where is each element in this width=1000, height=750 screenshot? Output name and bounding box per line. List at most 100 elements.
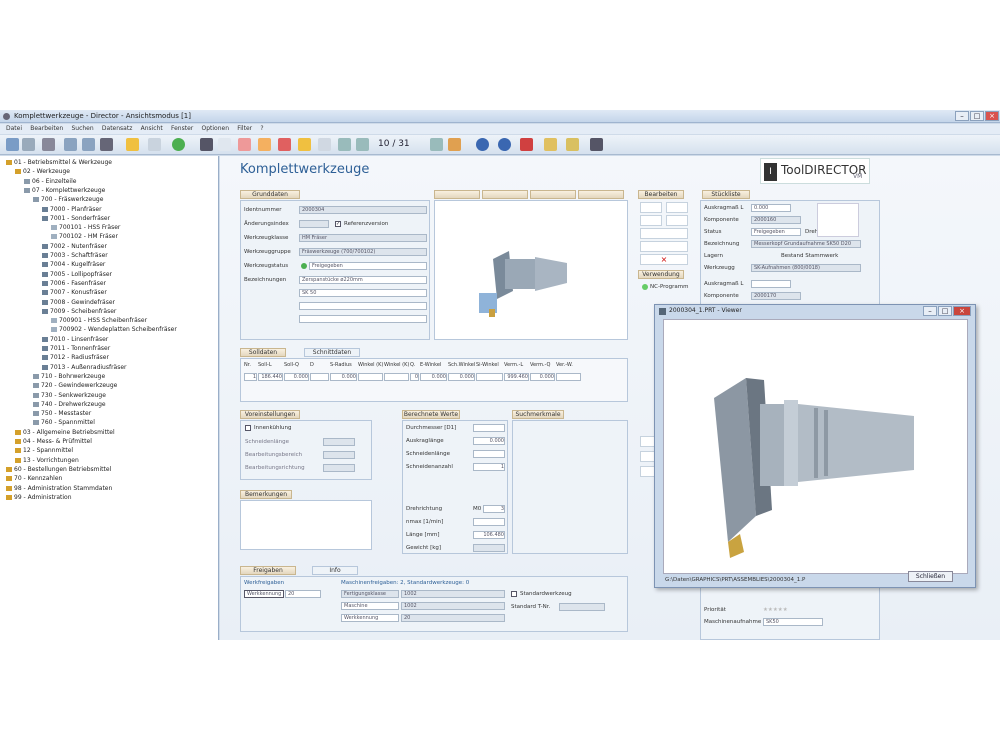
laenge-field[interactable]: 106.480 <box>473 531 505 539</box>
tree-node[interactable]: 740 - Drehwerkzeuge <box>33 401 106 409</box>
werkzeugg-field[interactable]: SK-Aufnahmen (800/0018) <box>751 264 861 272</box>
auskragmass-field[interactable]: 0.000 <box>751 204 791 212</box>
tree-node[interactable]: 98 - Administration Stammdaten <box>6 485 112 493</box>
auskragmass-2-field[interactable] <box>751 280 791 288</box>
close-button[interactable]: × <box>985 111 999 121</box>
refresh-icon[interactable] <box>172 138 185 151</box>
tree-node[interactable]: 04 - Mess- & Prüfmittel <box>15 438 92 446</box>
tab-suchmerkmale[interactable]: Suchmerkmale <box>512 410 564 419</box>
cancel-icon[interactable]: × <box>640 254 688 265</box>
soll-cell[interactable]: 999.460 <box>504 373 529 381</box>
tree-node[interactable]: 760 - Spannmittel <box>33 419 95 427</box>
tree-node[interactable]: 06 - Einzelteile <box>24 178 76 186</box>
tab-voreinstellungen[interactable]: Voreinstellungen <box>240 410 300 419</box>
komponente-2-field[interactable]: 2000170 <box>751 292 801 300</box>
tree-node[interactable]: 7010 - Linsenfräser <box>42 336 108 344</box>
edit-action-1[interactable] <box>640 202 662 213</box>
bezeichnung-field-2[interactable]: SK 50 <box>299 289 427 297</box>
werkzeuggruppe-field[interactable]: Fräswerkzeuge (700/700102) <box>299 248 427 256</box>
pin-icon[interactable] <box>100 138 113 151</box>
prioritaet-stars[interactable]: ★★★★★ <box>763 607 788 613</box>
forward-icon[interactable] <box>22 138 35 151</box>
tree-node[interactable]: 7004 - Kugelfräser <box>42 261 105 269</box>
schneidenlaenge-calc-field[interactable] <box>473 450 505 458</box>
tab-preview-1[interactable] <box>434 190 480 199</box>
identnummer-field[interactable]: 2000304 <box>299 206 427 214</box>
soll-cell[interactable] <box>384 373 409 381</box>
standard-tnr-field[interactable] <box>559 603 605 611</box>
tree-node[interactable]: 60 - Bestellungen Betriebsmittel <box>6 466 111 474</box>
copy-icon[interactable] <box>278 138 291 151</box>
exit-icon[interactable] <box>520 138 533 151</box>
edit-icon[interactable] <box>258 138 271 151</box>
table-icon[interactable] <box>126 138 139 151</box>
list-icon[interactable] <box>148 138 161 151</box>
menu-datensatz[interactable]: Datensatz <box>102 124 132 134</box>
soll-cell[interactable]: 0.000 <box>448 373 475 381</box>
tab-freigaben[interactable]: Freigaben <box>240 566 296 575</box>
info-icon[interactable] <box>476 138 489 151</box>
edit-action-3[interactable] <box>640 215 662 226</box>
menu-bearbeiten[interactable]: Bearbeiten <box>30 124 63 134</box>
tree-node[interactable]: 7005 - Lollipopfräser <box>42 271 112 279</box>
settings-icon[interactable] <box>590 138 603 151</box>
soll-cell[interactable] <box>310 373 329 381</box>
nc-programm-link[interactable]: NC-Programm <box>650 284 689 290</box>
durchmesser-field[interactable] <box>473 424 505 432</box>
back-icon[interactable] <box>6 138 19 151</box>
soll-cell[interactable]: 0.000 <box>284 373 309 381</box>
innenkuehlung-checkbox[interactable] <box>245 425 251 431</box>
tree-node[interactable]: 720 - Gewindewerkzeuge <box>33 382 117 390</box>
standardwerkzeug-checkbox[interactable] <box>511 591 517 597</box>
search-next-icon[interactable] <box>82 138 95 151</box>
tree-node[interactable]: 01 - Betriebsmittel & Werkzeuge <box>6 159 112 167</box>
soll-cell[interactable]: 0.000 <box>330 373 357 381</box>
bezeichnung-field-4[interactable] <box>299 315 427 323</box>
viewer-canvas[interactable] <box>663 319 968 574</box>
print-icon[interactable] <box>318 138 331 151</box>
tree-node[interactable]: 7006 - Fasenfräser <box>42 280 106 288</box>
werkkennung-column[interactable]: Werkkennung <box>244 590 284 598</box>
tree-node[interactable]: 03 - Allgemeine Betriebsmittel <box>15 429 115 437</box>
tab-berechnete-werte[interactable]: Berechnete Werte <box>402 410 460 419</box>
menu-datei[interactable]: Datei <box>6 124 22 134</box>
help-icon[interactable] <box>498 138 511 151</box>
tree-node[interactable]: 70 - Kennzahlen <box>6 475 62 483</box>
edit-action-6[interactable] <box>640 241 688 252</box>
tool-icon[interactable] <box>42 138 55 151</box>
tab-info[interactable]: Info <box>312 566 358 575</box>
tree-node[interactable]: 700901 - HSS Scheibenfräser <box>51 317 147 325</box>
tab-verwendung[interactable]: Verwendung <box>638 270 684 279</box>
minimize-button[interactable]: – <box>955 111 969 121</box>
maximize-button[interactable]: □ <box>970 111 984 121</box>
tree-node[interactable]: 7012 - Radiusfräser <box>42 354 109 362</box>
viewer-close-x[interactable]: × <box>953 306 971 316</box>
tree-node[interactable]: 7002 - Nutenfräser <box>42 243 107 251</box>
soll-cell[interactable]: 0.000 <box>530 373 555 381</box>
maschine-field[interactable]: 1002 <box>401 602 505 610</box>
tab-stueckliste[interactable]: Stückliste <box>702 190 750 199</box>
menu-ansicht[interactable]: Ansicht <box>141 124 163 134</box>
soll-cell[interactable]: 1 <box>244 373 257 381</box>
folder-icon[interactable] <box>298 138 311 151</box>
status-field[interactable]: Freigegeben <box>751 228 801 236</box>
werkkennung-value[interactable]: 20 <box>285 590 321 598</box>
tree-node[interactable]: 7003 - Schaftfräser <box>42 252 108 260</box>
tree-node[interactable]: 7007 - Konusfräser <box>42 289 107 297</box>
delete-record-icon[interactable] <box>238 138 251 151</box>
tab-preview-4[interactable] <box>578 190 624 199</box>
fertigungsklasse-field[interactable]: 1002 <box>401 590 505 598</box>
tab-grunddaten[interactable]: Grunddaten <box>240 190 300 199</box>
tree-node[interactable]: 7000 - Planfräser <box>42 206 102 214</box>
schneidenlaenge-field[interactable] <box>323 438 355 446</box>
tab-solldaten[interactable]: Solldaten <box>240 348 286 357</box>
tree-node[interactable]: 700102 - HM Fräser <box>51 233 118 241</box>
menu-suchen[interactable]: Suchen <box>71 124 93 134</box>
prev-record-icon[interactable] <box>356 138 369 151</box>
tab-schnittdaten[interactable]: Schnittdaten <box>304 348 360 357</box>
tools-icon[interactable] <box>566 138 579 151</box>
tree-node[interactable]: 12 - Spannmittel <box>15 447 73 455</box>
soll-cell[interactable]: 186.440 <box>258 373 283 381</box>
next-record-icon[interactable] <box>430 138 443 151</box>
edit-action-2[interactable] <box>666 202 688 213</box>
